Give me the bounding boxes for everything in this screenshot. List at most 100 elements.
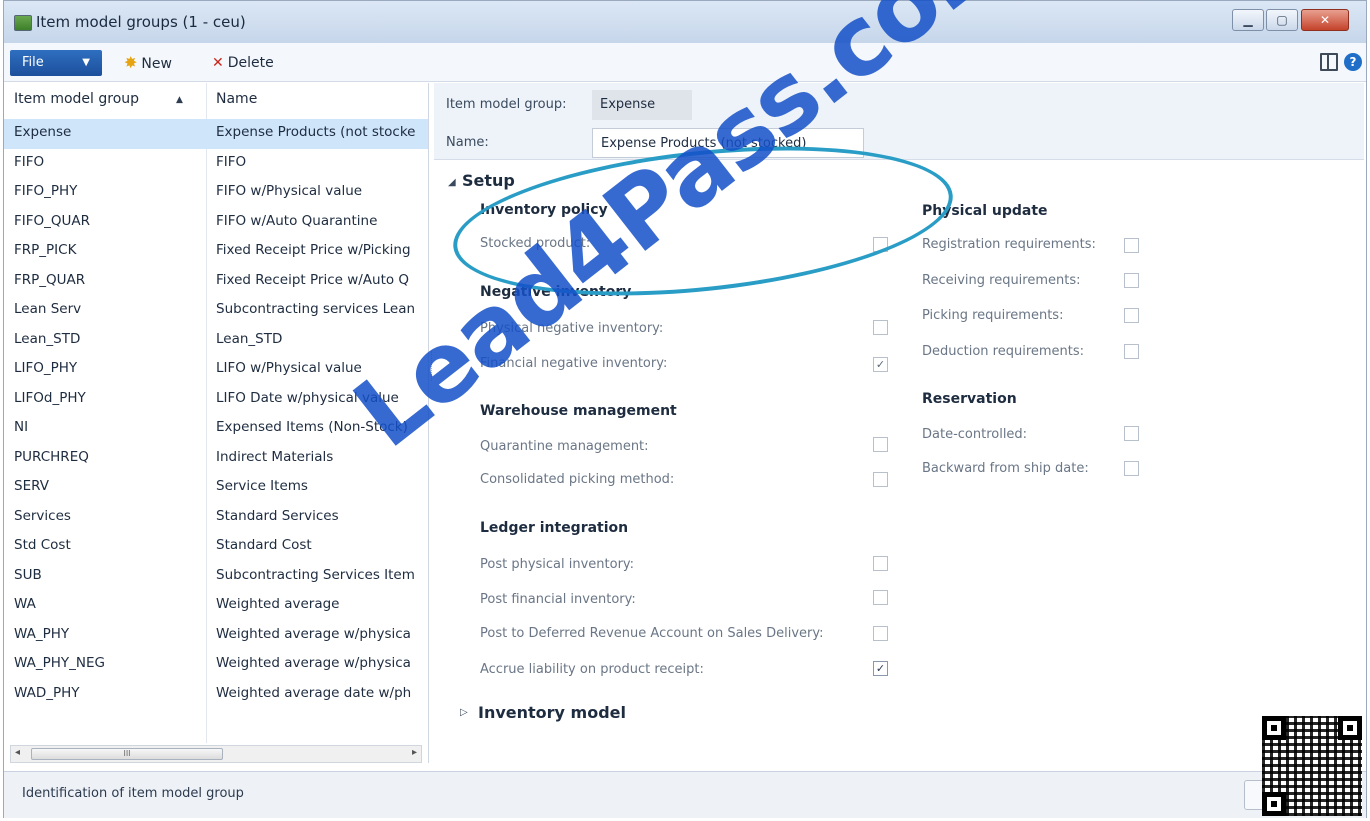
delete-button[interactable]: ✕ Delete xyxy=(212,52,274,74)
quarantine-management-checkbox[interactable] xyxy=(873,437,888,452)
column-header-name[interactable]: Name xyxy=(216,91,257,107)
post-physical-inventory-checkbox[interactable] xyxy=(873,556,888,571)
action-pane: File ▼ ✸ New ✕ Delete ? xyxy=(4,43,1366,82)
cell-item-model-group: Lean Serv xyxy=(14,301,82,317)
minimize-button[interactable]: ▁ xyxy=(1232,9,1264,31)
consolidated-picking-label: Consolidated picking method: xyxy=(480,472,675,487)
deduction-requirements-label: Deduction requirements: xyxy=(922,344,1085,359)
item-model-group-label: Item model group: xyxy=(446,97,567,112)
collapse-icon[interactable]: ◢ xyxy=(448,177,456,188)
cell-item-model-group: FIFO xyxy=(14,153,45,170)
physical-negative-inventory-checkbox[interactable] xyxy=(873,320,888,335)
table-row[interactable]: WA_PHY_NEG Weighted average w/physica xyxy=(4,650,428,680)
horizontal-scrollbar[interactable]: ◂ III ▸ xyxy=(10,745,422,763)
scroll-right-icon[interactable]: ▸ xyxy=(412,747,417,758)
inventory-policy-heading: Inventory policy xyxy=(480,202,608,218)
table-row[interactable]: FRP_PICK Fixed Receipt Price w/Picking xyxy=(4,237,428,267)
consolidated-picking-checkbox[interactable] xyxy=(873,472,888,487)
new-label: New xyxy=(141,56,172,72)
column-header-item-model-group[interactable]: Item model group xyxy=(14,91,139,107)
scroll-left-icon[interactable]: ◂ xyxy=(15,747,20,758)
table-row[interactable]: SUB Subcontracting Services Item xyxy=(4,562,428,592)
layout-icon[interactable] xyxy=(1320,53,1338,71)
physical-negative-inventory-label: Physical negative inventory: xyxy=(480,321,664,336)
table-row[interactable]: FIFO FIFO xyxy=(4,149,428,179)
table-row[interactable]: Std Cost Standard Cost xyxy=(4,532,428,562)
table-row[interactable]: Services Standard Services xyxy=(4,503,428,533)
ledger-integration-heading: Ledger integration xyxy=(480,520,629,536)
cell-name: Lean_STD xyxy=(216,330,283,347)
physical-update-heading: Physical update xyxy=(922,203,1048,219)
financial-negative-inventory-checkbox[interactable]: ✓ xyxy=(873,357,888,372)
inventory-model-title[interactable]: Inventory model xyxy=(478,703,626,722)
cell-name: Expensed Items (Non-Stock) xyxy=(216,419,408,435)
table-row[interactable]: Lean Serv Subcontracting services Lean xyxy=(4,296,428,326)
cell-item-model-group: SUB xyxy=(14,566,42,583)
post-financial-inventory-label: Post financial inventory: xyxy=(480,592,636,607)
warehouse-management-heading: Warehouse management xyxy=(480,403,677,419)
table-row[interactable]: LIFO_PHY LIFO w/Physical value xyxy=(4,355,428,385)
picking-requirements-label: Picking requirements: xyxy=(922,308,1064,323)
scroll-thumb[interactable]: III xyxy=(31,748,223,760)
app-icon xyxy=(14,15,32,31)
name-field[interactable]: Expense Products (not stocked) xyxy=(592,128,864,158)
post-deferred-revenue-label: Post to Deferred Revenue Account on Sale… xyxy=(480,626,824,641)
sort-ascending-icon: ▲ xyxy=(176,95,183,105)
stocked-product-checkbox[interactable] xyxy=(873,237,888,252)
setup-fasttab: ◢ Setup Inventory policy Stocked product… xyxy=(444,165,1364,725)
detail-header: Item model group: Expense Name: Expense … xyxy=(434,83,1364,160)
new-button[interactable]: ✸ New xyxy=(124,52,172,74)
delete-icon: ✕ xyxy=(212,55,224,71)
table-row[interactable]: WA_PHY Weighted average w/physica xyxy=(4,621,428,651)
cell-name: Weighted average xyxy=(216,596,340,612)
cell-name: Weighted average date w/ph xyxy=(216,684,412,701)
date-controlled-label: Date-controlled: xyxy=(922,427,1028,442)
registration-requirements-checkbox[interactable] xyxy=(1124,238,1139,253)
table-row[interactable]: PURCHREQ Indirect Materials xyxy=(4,444,428,474)
picking-requirements-checkbox[interactable] xyxy=(1124,308,1139,323)
setup-title[interactable]: Setup xyxy=(462,171,515,190)
pane-splitter[interactable] xyxy=(431,351,435,381)
accrue-liability-label: Accrue liability on product receipt: xyxy=(480,662,704,677)
receiving-requirements-checkbox[interactable] xyxy=(1124,273,1139,288)
name-label: Name: xyxy=(446,135,489,150)
table-row[interactable]: LIFOd_PHY LIFO Date w/physical value xyxy=(4,385,428,415)
table-row[interactable]: Lean_STD Lean_STD xyxy=(4,326,428,356)
help-icon[interactable]: ? xyxy=(1344,53,1362,71)
minimize-icon: ▁ xyxy=(1243,13,1253,27)
deduction-requirements-checkbox[interactable] xyxy=(1124,344,1139,359)
table-row[interactable]: WAD_PHY Weighted average date w/ph xyxy=(4,680,428,710)
table-row[interactable]: SERV Service Items xyxy=(4,473,428,503)
quarantine-management-label: Quarantine management: xyxy=(480,439,649,454)
table-row[interactable]: FIFO_QUAR FIFO w/Auto Quarantine xyxy=(4,208,428,238)
maximize-icon: ▢ xyxy=(1276,13,1288,27)
cell-name: Subcontracting services Lean xyxy=(216,301,416,317)
qr-finder-top-right xyxy=(1338,716,1362,740)
cell-name: Service Items xyxy=(216,478,308,494)
table-row[interactable]: FIFO_PHY FIFO w/Physical value xyxy=(4,178,428,208)
file-menu-button[interactable]: File ▼ xyxy=(10,50,102,76)
backward-from-ship-date-checkbox[interactable] xyxy=(1124,461,1139,476)
table-row[interactable]: FRP_QUAR Fixed Receipt Price w/Auto Q xyxy=(4,267,428,297)
table-row[interactable]: Expense Expense Products (not stocke xyxy=(4,119,428,149)
expand-icon[interactable]: ▷ xyxy=(460,707,468,718)
qr-code xyxy=(1262,716,1362,816)
item-model-group-field[interactable]: Expense xyxy=(592,90,692,120)
post-financial-inventory-checkbox[interactable] xyxy=(873,590,888,605)
post-deferred-revenue-checkbox[interactable] xyxy=(873,626,888,641)
table-row[interactable]: WA Weighted average xyxy=(4,591,428,621)
close-button[interactable]: ✕ xyxy=(1301,9,1349,31)
financial-negative-inventory-label: Financial negative inventory: xyxy=(480,356,668,371)
grid-rows: Expense Expense Products (not stocke FIFO F… xyxy=(4,119,428,709)
receiving-requirements-label: Receiving requirements: xyxy=(922,273,1081,288)
cell-item-model-group: SERV xyxy=(14,478,49,494)
accrue-liability-checkbox[interactable]: ✓ xyxy=(873,661,888,676)
cell-item-model-group: Lean_STD xyxy=(14,330,81,347)
cell-name: FIFO w/Physical value xyxy=(216,183,363,199)
cell-item-model-group: Std Cost xyxy=(14,537,71,553)
cell-name: Standard Services xyxy=(216,507,339,524)
new-icon: ✸ xyxy=(124,53,138,72)
date-controlled-checkbox[interactable] xyxy=(1124,426,1139,441)
maximize-button[interactable]: ▢ xyxy=(1266,9,1298,31)
table-row[interactable]: NI Expensed Items (Non-Stock) xyxy=(4,414,428,444)
